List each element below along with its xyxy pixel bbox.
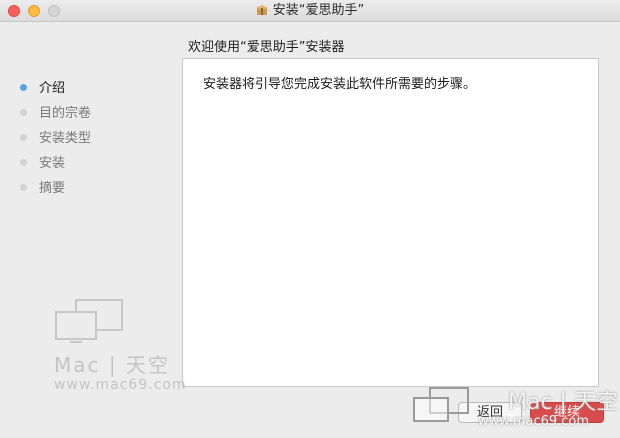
sidebar-step-label: 安装类型 xyxy=(39,131,92,146)
package-icon xyxy=(255,5,268,15)
sidebar-step-install-type: 安装类型 xyxy=(20,130,91,148)
step-indicator-dot xyxy=(20,134,27,141)
installer-window: 安装“爱思助手” 欢迎使用“爱思助手”安装器 介绍 目的宗卷 安装类型 安装 摘… xyxy=(0,0,620,438)
sidebar-step-introduction: 介绍 xyxy=(20,80,65,98)
window-title-container: 安装“爱思助手” xyxy=(0,0,620,22)
monitors-icon xyxy=(55,299,123,343)
sidebar-step-destination: 目的宗卷 xyxy=(20,105,91,123)
step-indicator-dot xyxy=(20,159,27,166)
page-heading: 欢迎使用“爱思助手”安装器 xyxy=(188,40,345,55)
content-text: 安装器将引导您完成安装此软件所需要的步骤。 xyxy=(203,77,477,92)
watermark-left: Mac | 天空 www.mac69.com xyxy=(40,296,186,406)
content-panel: 安装器将引导您完成安装此软件所需要的步骤。 xyxy=(182,58,599,387)
step-indicator-dot xyxy=(20,84,27,91)
watermark-brand: Mac | 天空 xyxy=(54,353,170,377)
sidebar-step-label: 安装 xyxy=(39,156,66,171)
sidebar-step-label: 介绍 xyxy=(39,81,66,96)
watermark-url: www.mac69.com xyxy=(54,377,187,393)
sidebar-step-install: 安装 xyxy=(20,155,65,173)
back-button[interactable]: 返回 xyxy=(458,402,522,423)
sidebar-step-label: 目的宗卷 xyxy=(39,106,92,121)
step-indicator-dot xyxy=(20,109,27,116)
sidebar-step-label: 摘要 xyxy=(39,181,66,196)
sidebar-step-summary: 摘要 xyxy=(20,180,65,198)
title-bar[interactable]: 安装“爱思助手” xyxy=(0,0,620,22)
step-indicator-dot xyxy=(20,184,27,191)
window-title: 安装“爱思助手” xyxy=(272,3,365,18)
continue-button[interactable]: 继续 xyxy=(530,402,604,423)
